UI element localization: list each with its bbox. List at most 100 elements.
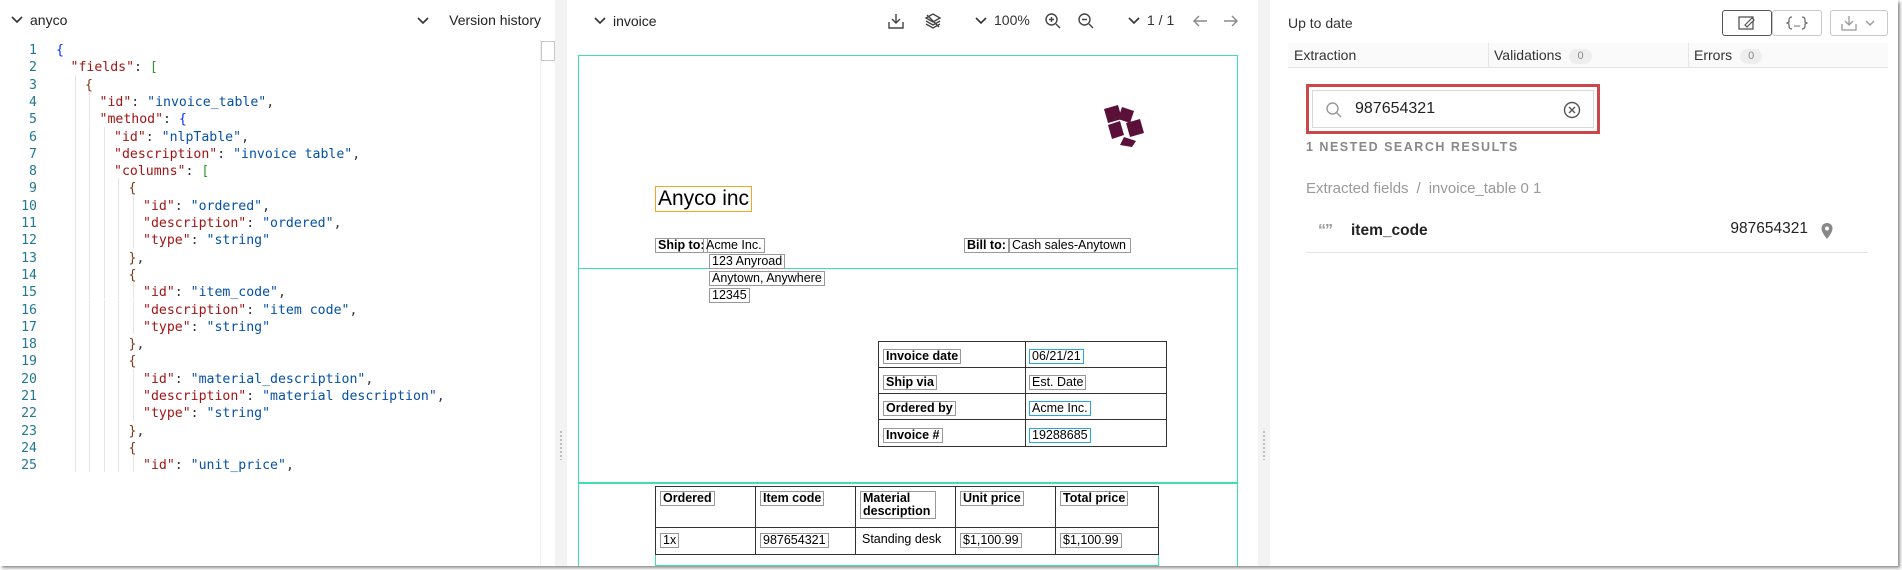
indent-guide <box>74 109 76 127</box>
code-text: "fields": [ <box>70 60 158 76</box>
ship-to-name[interactable]: Acme Inc. <box>703 238 765 253</box>
tab-errors[interactable]: Errors 0 <box>1694 43 1763 67</box>
indent-guide <box>74 386 76 404</box>
indent-guide <box>74 368 76 386</box>
cell-unit-price[interactable]: $1,100.99 <box>960 533 1022 548</box>
breadcrumb-leaf[interactable]: invoice_table 0 1 <box>1429 180 1542 197</box>
zoom-out-icon[interactable] <box>1077 12 1095 30</box>
chevron-down-icon[interactable] <box>593 14 607 28</box>
indent-guide <box>89 247 90 265</box>
count-badge: 0 <box>1569 48 1592 64</box>
ship-to-address-2[interactable]: Anytown, Anywhere <box>709 271 825 286</box>
export-button[interactable] <box>1830 10 1888 36</box>
indent-guide <box>74 126 76 144</box>
indent-guide <box>103 351 105 369</box>
cell-item-code[interactable]: 987654321 <box>760 533 829 548</box>
bill-to-value[interactable]: Cash sales-Anytown <box>1009 238 1131 253</box>
logo-icon <box>1104 105 1144 147</box>
viewer-toolbar: invoice 100% 1 / 1 <box>567 0 1258 42</box>
chevron-down-icon[interactable] <box>416 14 430 28</box>
field-name: item_code <box>1351 222 1428 239</box>
breadcrumb-separator: / <box>1416 180 1421 197</box>
cell-total-price[interactable]: $1,100.99 <box>1060 533 1122 548</box>
editor-scrollbar[interactable] <box>540 40 555 566</box>
col-header-ordered[interactable]: Ordered <box>660 491 715 506</box>
ship-to-address-1[interactable]: 123 Anyroad <box>709 254 786 269</box>
zoom-level[interactable]: 100% <box>994 12 1030 30</box>
indent-guide <box>74 195 76 213</box>
cell-material[interactable]: Standing desk <box>860 533 943 546</box>
bill-to-label[interactable]: Bill to: <box>964 238 1009 253</box>
indent-guide <box>89 437 90 456</box>
document-page[interactable]: Anyco inc Ship to: Acme Inc. 123 Anyroad… <box>578 55 1238 566</box>
invoice-date-label[interactable]: Invoice date <box>883 349 962 364</box>
indent-guide <box>103 282 105 300</box>
location-pin-icon[interactable] <box>1820 222 1834 240</box>
zoom-in-icon[interactable] <box>1044 12 1062 30</box>
indent-guide <box>118 351 119 369</box>
field-value[interactable]: 987654321 <box>1730 220 1808 238</box>
chevron-down-icon[interactable] <box>10 13 24 27</box>
ordered-by-label[interactable]: Ordered by <box>883 401 956 416</box>
cell-ordered[interactable]: 1x <box>660 533 680 548</box>
json-view-button[interactable] <box>1772 10 1822 36</box>
indent-guide <box>118 334 119 352</box>
result-row[interactable]: “” item_code 987654321 <box>1306 212 1868 253</box>
indent-guide <box>118 368 119 386</box>
indent-guide <box>74 282 76 300</box>
company-name[interactable]: Anyco inc <box>655 186 753 212</box>
col-header-total-price[interactable]: Total price <box>1060 491 1129 506</box>
col-header-material[interactable]: Material description <box>860 491 936 519</box>
document-viewer: invoice 100% 1 / 1 Anyco inc Ship to: Ac… <box>567 0 1258 566</box>
indent-guide <box>132 230 134 248</box>
chevron-down-icon[interactable] <box>972 12 990 30</box>
invoice-number-label[interactable]: Invoice # <box>883 428 943 443</box>
ship-via-label[interactable]: Ship via <box>883 375 937 390</box>
status-text: Up to date <box>1288 15 1353 31</box>
search-value[interactable]: 987654321 <box>1355 100 1435 118</box>
ship-via-value[interactable]: Est. Date <box>1029 375 1087 390</box>
editor-title: anyco <box>30 12 68 28</box>
version-history-button[interactable]: Version history <box>449 12 541 28</box>
invoice-date-value[interactable]: 06/21/21 <box>1029 349 1084 364</box>
indent-guide <box>74 178 76 196</box>
indent-guide <box>74 437 76 456</box>
ship-to-label[interactable]: Ship to: <box>655 238 708 253</box>
tab-label: Errors <box>1694 47 1733 63</box>
search-input[interactable]: 987654321 <box>1312 90 1594 128</box>
header-zone[interactable] <box>578 55 1238 269</box>
editor-scroll-thumb[interactable] <box>541 41 555 61</box>
indent-guide <box>118 455 119 473</box>
indent-guide <box>74 299 76 317</box>
arrow-right-icon[interactable] <box>1222 12 1240 30</box>
quote-icon: “” <box>1318 222 1333 239</box>
indent-guide <box>89 334 90 352</box>
indent-guide <box>74 420 76 438</box>
tab-validations[interactable]: Validations 0 <box>1494 43 1592 67</box>
edit-view-button[interactable] <box>1722 10 1772 36</box>
col-header-unit-price[interactable]: Unit price <box>960 491 1024 506</box>
indent-guide <box>74 316 76 335</box>
indent-guide <box>132 299 134 317</box>
results-count: 1 NESTED SEARCH RESULTS <box>1306 140 1519 154</box>
code-editor[interactable]: 1{2 "fields": [3{4 "id": "invoice_table", 5… <box>0 40 555 566</box>
indent-guide <box>103 403 105 421</box>
chevron-down-icon[interactable] <box>1125 12 1143 30</box>
clear-icon[interactable] <box>1563 101 1581 119</box>
ship-to-zip[interactable]: 12345 <box>709 288 750 303</box>
invoice-number-value[interactable]: 19288685 <box>1029 428 1091 443</box>
breadcrumb-root[interactable]: Extracted fields <box>1306 180 1409 197</box>
pane-splitter[interactable] <box>1258 0 1270 566</box>
indent-guide <box>118 178 119 196</box>
tab-extraction[interactable]: Extraction <box>1294 43 1356 67</box>
indent-guide <box>103 247 105 265</box>
download-icon[interactable] <box>887 12 905 30</box>
layers-icon[interactable] <box>924 12 942 30</box>
col-header-item-code[interactable]: Item code <box>760 491 825 506</box>
splitter-grip[interactable] <box>559 430 563 460</box>
indent-guide <box>89 195 90 213</box>
ordered-by-value[interactable]: Acme Inc. <box>1029 401 1091 416</box>
splitter-grip[interactable] <box>1262 430 1266 460</box>
pane-splitter[interactable] <box>555 0 567 566</box>
arrow-left-icon[interactable] <box>1191 12 1209 30</box>
